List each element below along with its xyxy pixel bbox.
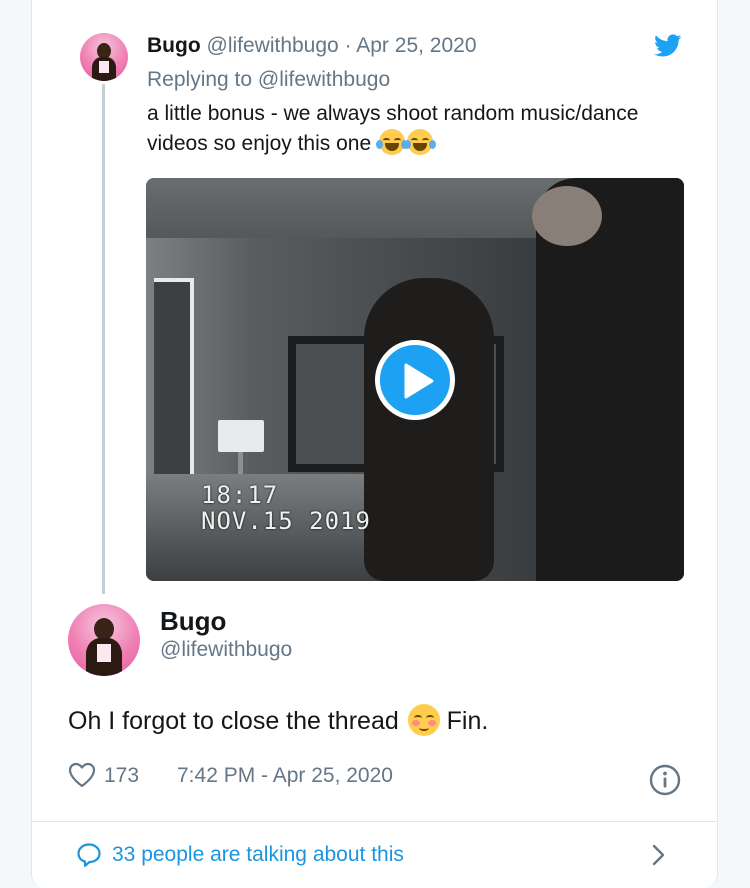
replying-to[interactable]: Replying to @lifewithbugo	[147, 68, 390, 92]
tears-of-joy-emoji-icon	[375, 129, 408, 155]
tweet-timestamp[interactable]: 7:42 PM - Apr 25, 2020	[177, 764, 393, 788]
thread-connector-line	[102, 84, 105, 594]
speech-bubble-icon	[77, 843, 101, 867]
quoted-display-name[interactable]: Bugo	[147, 34, 201, 57]
main-display-name[interactable]: Bugo	[160, 606, 226, 637]
overlay-date: NOV.15 2019	[201, 507, 371, 535]
conversation-label: 33 people are talking about this	[112, 843, 404, 866]
twitter-bird-icon[interactable]	[654, 34, 682, 58]
like-count[interactable]: 173	[104, 764, 139, 788]
footer-divider	[32, 821, 717, 822]
tears-of-joy-emoji-icon	[403, 129, 436, 155]
heart-icon[interactable]	[68, 762, 96, 788]
video-player[interactable]: 18:17 NOV.15 2019	[146, 178, 684, 581]
quoted-avatar[interactable]	[80, 33, 128, 81]
overlay-time: 18:17	[201, 481, 279, 509]
quoted-handle[interactable]: @lifewithbugo	[207, 34, 339, 57]
main-text-after: Fin.	[446, 707, 489, 735]
quoted-tweet-text: a little bonus - we always shoot random …	[147, 99, 667, 159]
header-separator: ·	[338, 34, 357, 57]
quoted-date[interactable]: Apr 25, 2020	[356, 34, 476, 57]
video-timestamp-overlay: 18:17 NOV.15 2019	[201, 482, 371, 534]
main-text-before: Oh I forgot to close the thread	[68, 707, 399, 735]
chevron-right-icon[interactable]	[650, 842, 668, 868]
quoted-tweet-header: Bugo @lifewithbugo · Apr 25, 2020	[147, 34, 477, 58]
main-avatar[interactable]	[68, 604, 140, 676]
play-icon	[404, 363, 434, 399]
play-button[interactable]	[375, 340, 455, 420]
main-tweet-text: Oh I forgot to close the thread Fin.	[68, 704, 488, 738]
main-handle[interactable]: @lifewithbugo	[160, 638, 292, 662]
tweet-embed-card: Bugo @lifewithbugo · Apr 25, 2020 Replyi…	[31, 0, 718, 888]
info-icon[interactable]	[649, 764, 681, 796]
blush-emoji-icon	[407, 704, 440, 736]
